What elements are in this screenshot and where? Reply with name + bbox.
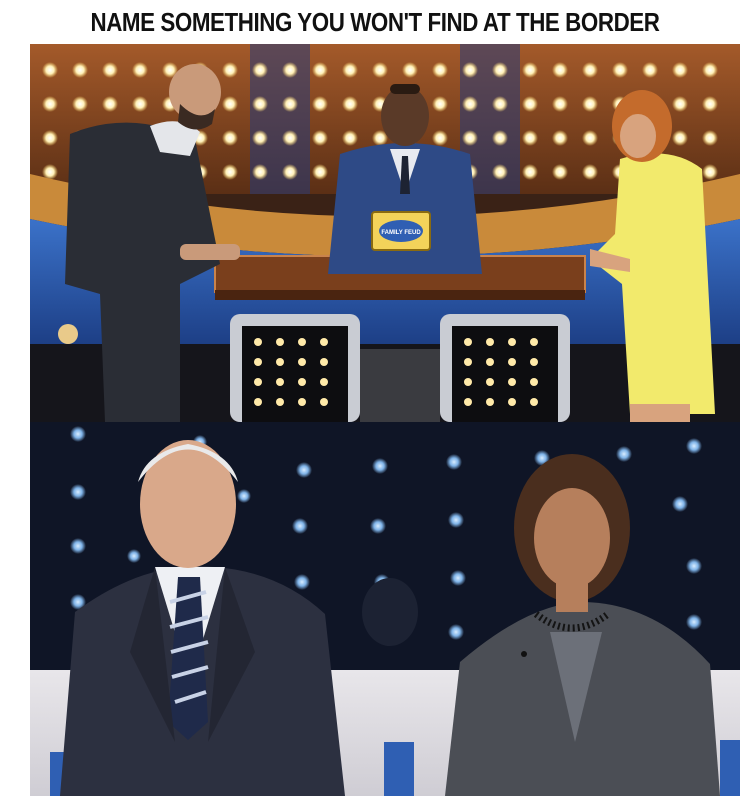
stage-spotlight [58, 324, 78, 344]
center-stand [360, 349, 440, 422]
top-panel-photo: FAMILY FEUD [30, 44, 740, 422]
podium-sign: FAMILY FEUD [371, 211, 431, 251]
stage-portrait-scene [30, 422, 740, 796]
podium-edge [215, 290, 585, 300]
podium-sign-text: FAMILY FEUD [381, 230, 421, 236]
bottom-panel-photo [30, 422, 740, 796]
meme-caption: NAME SOMETHING YOU WON'T FIND AT THE BOR… [90, 6, 660, 37]
buzzer-stand-left [230, 314, 360, 422]
lapel-microphone [521, 651, 527, 657]
meme-image: NAME SOMETHING YOU WON'T FIND AT THE BOR… [0, 0, 750, 796]
background-silhouette [362, 578, 418, 646]
buzzer-stand-right [440, 314, 570, 422]
game-show-scene: FAMILY FEUD [30, 44, 740, 422]
